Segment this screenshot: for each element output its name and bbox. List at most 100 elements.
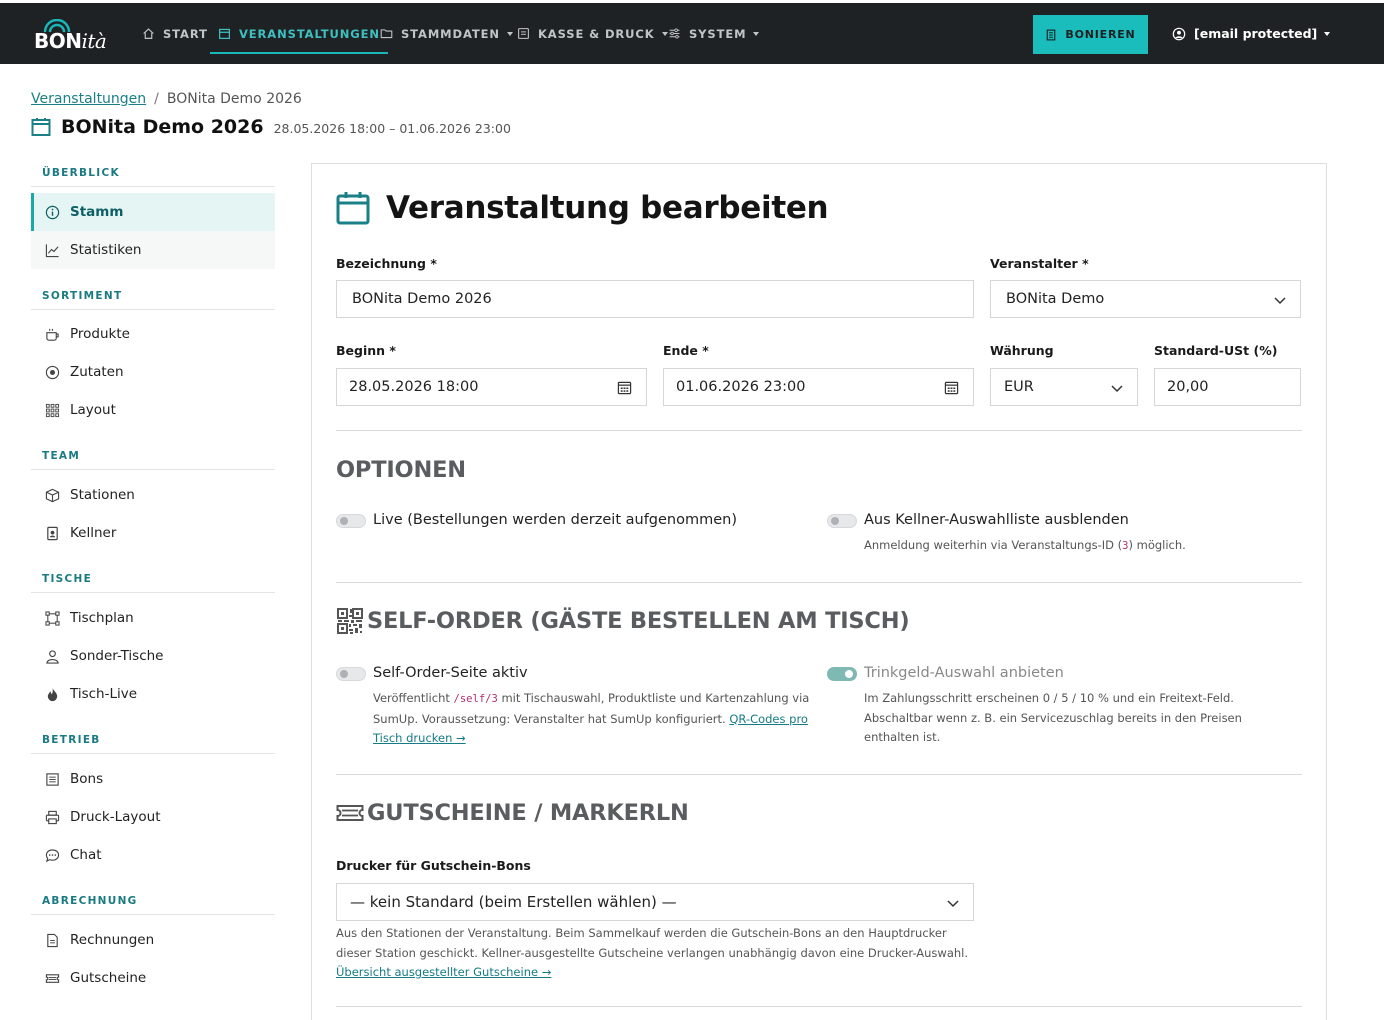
waehrung-select[interactable]: EUR — [990, 368, 1138, 406]
calendar-icon[interactable] — [617, 380, 632, 395]
sidebar-item-gutscheine[interactable]: Gutscheine — [31, 959, 275, 997]
id-badge-icon — [47, 526, 58, 540]
register-icon — [518, 28, 529, 39]
live-label: Live (Bestellungen werden derzeit aufgen… — [373, 512, 738, 528]
beginn-input[interactable]: 28.05.2026 18:00 — [336, 368, 647, 406]
selforder-heading: SELF-ORDER (GÄSTE BESTELLEN AM TISCH) — [336, 607, 910, 635]
sidebar-section-sortiment: SORTIMENT — [31, 283, 275, 310]
trinkgeld-help: Im Zahlungsschritt erscheinen 0 / 5 / 10… — [864, 691, 1242, 744]
ust-input[interactable]: 20,00 — [1154, 368, 1301, 406]
breadcrumb-current: BONita Demo 2026 — [166, 91, 302, 107]
chevron-down-icon — [1111, 385, 1123, 393]
person-icon — [46, 649, 59, 664]
breadcrumb: Veranstaltungen / BONita Demo 2026 — [31, 91, 302, 107]
info-icon — [45, 205, 60, 219]
ticket-icon — [336, 805, 364, 821]
calendar-icon — [336, 192, 370, 225]
sidebar-item-chat[interactable]: Chat — [31, 836, 275, 874]
sidebar-item-statistiken[interactable]: Statistiken — [31, 231, 275, 269]
cup-icon — [46, 328, 59, 341]
divider — [336, 430, 1302, 431]
user-menu[interactable]: [email protected] — [1172, 3, 1331, 64]
drucker-select[interactable]: — kein Standard (beim Erstellen wählen) … — [336, 883, 974, 921]
selforder-aktiv-help: Veröffentlicht /self/3 mit Tischauswahl,… — [373, 691, 810, 745]
sidebar-section-ueberblick: ÜBERBLICK — [31, 160, 275, 187]
logo-text: BONità — [34, 29, 107, 53]
fire-icon — [47, 687, 58, 701]
gutscheine-uebersicht-link[interactable]: Übersicht ausgestellter Gutscheine → — [336, 965, 551, 979]
calendar-icon[interactable] — [944, 380, 959, 395]
sidebar-section-betrieb: BETRIEB — [31, 727, 275, 754]
receipt-icon — [1047, 29, 1056, 40]
gutscheine-heading: GUTSCHEINE / MARKERLN — [336, 799, 689, 827]
page-dates: 28.05.2026 18:00 – 01.06.2026 23:00 — [273, 120, 511, 136]
nav-veranstaltungen[interactable]: VERANSTALTUNGEN — [210, 3, 388, 64]
kellner-ausblenden-help: Anmeldung weiterhin via Veranstaltungs-I… — [864, 538, 1186, 552]
selforder-aktiv-toggle[interactable] — [336, 667, 366, 681]
printer-icon — [45, 810, 60, 824]
kellner-ausblenden-label: Aus Kellner-Auswahlliste ausblenden — [864, 512, 1129, 528]
nav-system[interactable]: SYSTEM — [668, 3, 760, 64]
chevron-down-icon — [506, 31, 513, 36]
nav-kasse-druck[interactable]: KASSE & DRUCK — [517, 3, 668, 64]
page-title: BONita Demo 2026 — [61, 116, 264, 138]
optionen-heading: OPTIONEN — [336, 457, 466, 483]
waehrung-label: Währung — [990, 343, 1054, 358]
record-icon — [45, 365, 60, 379]
chat-dots-icon — [45, 848, 60, 862]
breadcrumb-link-veranstaltungen[interactable]: Veranstaltungen — [31, 91, 146, 107]
calendar-icon — [219, 28, 230, 39]
ende-input[interactable]: 01.06.2026 23:00 — [663, 368, 974, 406]
veranstalter-select[interactable]: BONita Demo — [990, 280, 1301, 318]
sidebar-section-tische: TISCHE — [31, 566, 275, 593]
drucker-label: Drucker für Gutschein-Bons — [336, 858, 531, 873]
document-icon — [47, 933, 58, 947]
sidebar: ÜBERBLICK Stamm Statistiken SORTIMENT Pr… — [31, 160, 275, 997]
page-header: BONita Demo 2026 28.05.2026 18:00 – 01.0… — [31, 116, 511, 138]
kellner-ausblenden-toggle[interactable] — [827, 514, 857, 528]
ticket-icon — [45, 973, 60, 983]
sliders-icon — [669, 28, 680, 39]
drucker-help: Aus den Stationen der Veranstaltung. Bei… — [336, 926, 969, 979]
grid-icon — [45, 403, 60, 417]
nav-stammdaten[interactable]: STAMMDATEN — [380, 3, 513, 64]
card-title: Veranstaltung bearbeiten — [336, 190, 829, 226]
bounding-box-icon — [45, 610, 60, 626]
user-circle-icon — [1172, 27, 1186, 40]
sidebar-item-tisch-live[interactable]: Tisch-Live — [31, 675, 275, 713]
sidebar-item-layout[interactable]: Layout — [31, 391, 275, 429]
divider — [336, 582, 1302, 583]
ust-label: Standard-USt (%) — [1154, 343, 1278, 358]
sidebar-item-produkte[interactable]: Produkte — [31, 315, 275, 353]
sidebar-item-stamm[interactable]: Stamm — [31, 193, 275, 231]
sidebar-section-team: TEAM — [31, 443, 275, 470]
bezeichnung-label: Bezeichnung * — [336, 256, 437, 271]
sidebar-item-tischplan[interactable]: Tischplan — [31, 599, 275, 637]
sidebar-item-kellner[interactable]: Kellner — [31, 514, 275, 552]
nav-start[interactable]: START — [142, 3, 208, 64]
sidebar-item-druck-layout[interactable]: Druck-Layout — [31, 798, 275, 836]
bonita-logo[interactable]: BONità — [34, 17, 124, 53]
sidebar-item-zutaten[interactable]: Zutaten — [31, 353, 275, 391]
chevron-down-icon — [947, 900, 959, 908]
chevron-down-icon — [661, 31, 668, 36]
live-toggle[interactable] — [336, 514, 366, 528]
trinkgeld-toggle[interactable] — [827, 667, 857, 681]
chevron-down-icon — [753, 31, 760, 36]
chevron-down-icon — [1274, 297, 1286, 305]
chevron-down-icon — [1324, 31, 1331, 36]
sidebar-item-sonder-tische[interactable]: Sonder-Tische — [31, 637, 275, 675]
home-icon — [143, 28, 154, 39]
veranstalter-label: Veranstalter * — [990, 256, 1089, 271]
sidebar-item-stationen[interactable]: Stationen — [31, 476, 275, 514]
divider — [336, 1006, 1302, 1007]
line-chart-icon — [45, 243, 59, 257]
sidebar-section-abrechnung: ABRECHNUNG — [31, 888, 275, 915]
bonieren-button[interactable]: BONIEREN — [1033, 15, 1148, 54]
form-title: Veranstaltung bearbeiten — [386, 190, 829, 226]
qr-code-icon — [337, 608, 363, 634]
sidebar-item-bons[interactable]: Bons — [31, 760, 275, 798]
sidebar-item-rechnungen[interactable]: Rechnungen — [31, 921, 275, 959]
list-box-icon — [46, 772, 59, 786]
bezeichnung-input[interactable]: BONita Demo 2026 — [336, 280, 974, 318]
